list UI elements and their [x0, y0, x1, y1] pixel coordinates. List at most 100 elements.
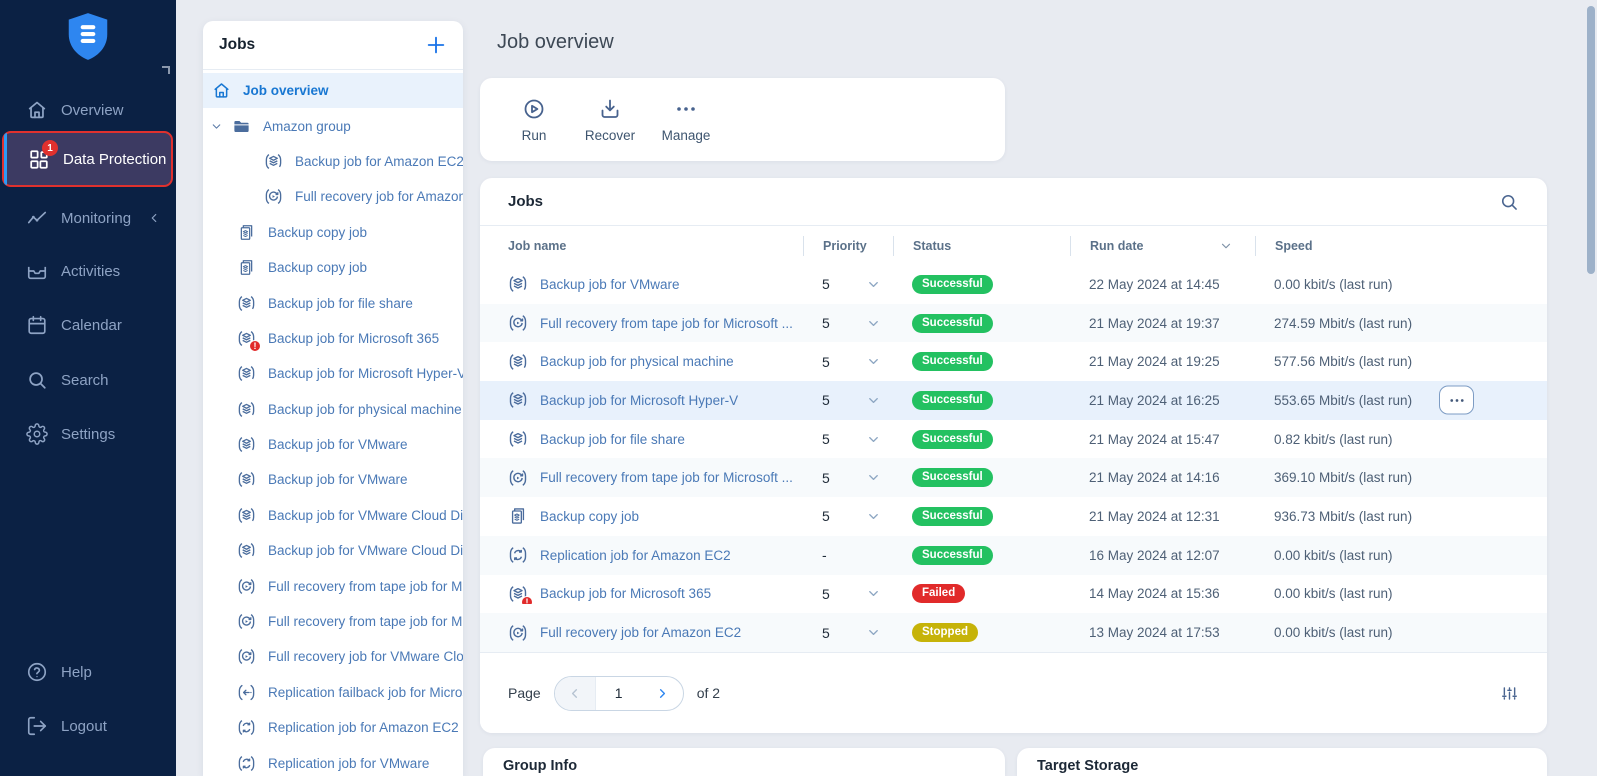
chevron-down-icon[interactable]: [866, 393, 881, 408]
job-name-link[interactable]: Backup job for physical machine: [540, 354, 734, 369]
table-row[interactable]: Full recovery from tape job for Microsof…: [480, 458, 1547, 497]
run-date-cell: 21 May 2024 at 14:16: [1070, 470, 1255, 485]
job-name-link[interactable]: Replication job for Amazon EC2: [540, 548, 731, 563]
column-header-speed[interactable]: Speed: [1255, 236, 1547, 256]
job-name-link[interactable]: Backup copy job: [540, 509, 639, 524]
sidebar: Overview1Data Protection Monitoring Activi…: [0, 0, 176, 776]
tree-item-backup-job-for-microsoft-hyper-v[interactable]: Backup job for Microsoft Hyper-V: [203, 356, 463, 391]
previous-page-button[interactable]: [555, 677, 596, 710]
add-job-button[interactable]: [425, 34, 447, 56]
sidebar-item-monitoring[interactable]: Monitoring: [0, 200, 176, 236]
chevron-down-icon[interactable]: [866, 277, 881, 292]
chevron-down-icon[interactable]: [866, 316, 881, 331]
manage-button[interactable]: Manage: [648, 88, 724, 152]
chevron-down-icon[interactable]: [866, 586, 881, 601]
table-row[interactable]: Backup job for physical machine5Successf…: [480, 342, 1547, 381]
job-name-link[interactable]: Full recovery job for Amazon EC2: [540, 625, 741, 640]
manage-icon: [674, 97, 698, 121]
table-row[interactable]: Full recovery from tape job for Microsof…: [480, 304, 1547, 343]
tree-item-amazon-group[interactable]: Amazon group: [203, 108, 463, 143]
tree-item-full-recovery-from-tape-job-for-microsoft-365[interactable]: Full recovery from tape job for Microsof…: [203, 568, 463, 603]
table-row[interactable]: Full recovery job for Amazon EC25Stopped…: [480, 613, 1547, 652]
tree-item-backup-job-for-vmware[interactable]: Backup job for VMware: [203, 462, 463, 497]
job-name-link[interactable]: Full recovery from tape job for Microsof…: [540, 470, 793, 485]
tree-item-full-recovery-job-for-vmware-cloud-director[interactable]: Full recovery job for VMware Cloud Direc…: [203, 639, 463, 674]
sidebar-item-help[interactable]: Help: [0, 654, 176, 690]
chevron-down-icon[interactable]: [866, 354, 881, 369]
row-actions-ellipsis-button[interactable]: [1439, 386, 1474, 415]
tree-item-full-recovery-from-tape-job-for-microsoft-365[interactable]: Full recovery from tape job for Microsof…: [203, 604, 463, 639]
chevron-down-icon[interactable]: [866, 509, 881, 524]
job-name-cell: Full recovery from tape job for Microsof…: [508, 468, 803, 488]
column-settings-sliders-icon[interactable]: [1500, 684, 1519, 703]
table-row[interactable]: Backup job for file share5Successful21 M…: [480, 420, 1547, 459]
logout-icon: [26, 715, 48, 737]
tree-item-label: Job overview: [243, 83, 329, 98]
recovery-job-icon: [237, 577, 256, 596]
tree-item-backup-job-for-amazon-ec2[interactable]: Backup job for Amazon EC2: [203, 144, 463, 179]
recovery-job-icon: [237, 612, 256, 631]
sidebar-item-settings[interactable]: Settings: [0, 416, 176, 452]
status-badge: Successful: [912, 275, 993, 294]
backup-job-icon: [237, 506, 256, 525]
vertical-scrollbar-thumb[interactable]: [1587, 6, 1595, 274]
sidebar-collapse-handle-icon[interactable]: [161, 62, 171, 71]
tree-item-replication-failback-job-for-microsoft-hyper-v[interactable]: Replication failback job for Microsoft H…: [203, 675, 463, 710]
column-header-run-date[interactable]: Run date: [1070, 236, 1255, 256]
chevron-down-icon[interactable]: [866, 470, 881, 485]
table-row[interactable]: Backup job for VMware5Successful22 May 2…: [480, 265, 1547, 304]
chevron-down-icon: [210, 120, 223, 133]
sidebar-item-activities[interactable]: Activities: [0, 253, 176, 289]
table-row[interactable]: !Backup job for Microsoft 3655Failed14 M…: [480, 575, 1547, 614]
priority-value: 5: [822, 470, 840, 486]
tree-item-replication-job-for-amazon-ec2[interactable]: Replication job for Amazon EC2: [203, 710, 463, 745]
job-name-link[interactable]: Backup job for Microsoft Hyper-V: [540, 393, 738, 408]
sidebar-item-logout[interactable]: Logout: [0, 708, 176, 744]
table-row[interactable]: Backup copy job5Successful21 May 2024 at…: [480, 497, 1547, 536]
column-header-priority[interactable]: Priority: [803, 236, 893, 256]
sidebar-item-label: Logout: [61, 718, 107, 735]
tree-item-backup-job-for-microsoft-365[interactable]: !Backup job for Microsoft 365: [203, 321, 463, 356]
tree-item-backup-copy-job[interactable]: Backup copy job: [203, 250, 463, 285]
speed-cell: 0.00 kbit/s (last run): [1255, 586, 1547, 601]
sidebar-item-label: Search: [61, 372, 109, 389]
tree-item-backup-job-for-vmware-cloud-director[interactable]: Backup job for VMware Cloud Director: [203, 498, 463, 533]
tree-item-label: Replication job for Amazon EC2: [268, 720, 459, 735]
column-header-status[interactable]: Status: [893, 236, 1070, 256]
job-name-link[interactable]: Backup job for Microsoft 365: [540, 586, 711, 601]
tree-item-replication-job-for-vmware[interactable]: Replication job for VMware: [203, 745, 463, 776]
sidebar-item-data-protection[interactable]: 1Data Protection: [2, 131, 173, 187]
job-name-link[interactable]: Backup job for VMware: [540, 277, 680, 292]
next-page-button[interactable]: [642, 677, 683, 710]
tree-item-backup-job-for-vmware-cloud-director[interactable]: Backup job for VMware Cloud Director: [203, 533, 463, 568]
backup-job-icon: [237, 294, 256, 313]
tree-item-backup-copy-job[interactable]: Backup copy job: [203, 215, 463, 250]
tree-item-job-overview[interactable]: Job overview: [203, 73, 463, 108]
group-info-title: Group Info: [503, 758, 1005, 774]
job-name-link[interactable]: Backup job for file share: [540, 432, 685, 447]
sidebar-item-calendar[interactable]: Calendar: [0, 307, 176, 343]
tree-item-backup-job-for-vmware[interactable]: Backup job for VMware: [203, 427, 463, 462]
page-title: Job overview: [497, 31, 614, 54]
sidebar-item-overview[interactable]: Overview: [0, 92, 176, 128]
job-name-link[interactable]: Full recovery from tape job for Microsof…: [540, 316, 793, 331]
status-badge: Stopped: [912, 623, 978, 642]
column-header-job-name[interactable]: Job name: [508, 236, 803, 256]
run-button[interactable]: Run: [496, 88, 572, 152]
tree-item-full-recovery-job-for-amazon-ec2[interactable]: Full recovery job for Amazon EC2: [203, 179, 463, 214]
status-cell: Successful: [893, 546, 1070, 565]
current-page-number[interactable]: 1: [596, 677, 642, 710]
table-row[interactable]: Backup job for Microsoft Hyper-V5Success…: [480, 381, 1547, 420]
chevron-left-icon[interactable]: [147, 211, 161, 225]
grid-icon: 1: [28, 148, 50, 170]
sidebar-item-label: Help: [61, 664, 92, 681]
search-icon[interactable]: [1499, 192, 1519, 212]
tree-item-backup-job-for-file-share[interactable]: Backup job for file share: [203, 285, 463, 320]
table-row[interactable]: Replication job for Amazon EC2-Successfu…: [480, 536, 1547, 575]
chevron-down-icon[interactable]: [866, 432, 881, 447]
jobs-tree-panel: Jobs Job overviewAmazon groupBackup job …: [203, 21, 463, 776]
sidebar-item-search[interactable]: Search: [0, 362, 176, 398]
tree-item-backup-job-for-physical-machine[interactable]: Backup job for physical machine: [203, 392, 463, 427]
chevron-down-icon[interactable]: [866, 625, 881, 640]
recover-button[interactable]: Recover: [572, 88, 648, 152]
